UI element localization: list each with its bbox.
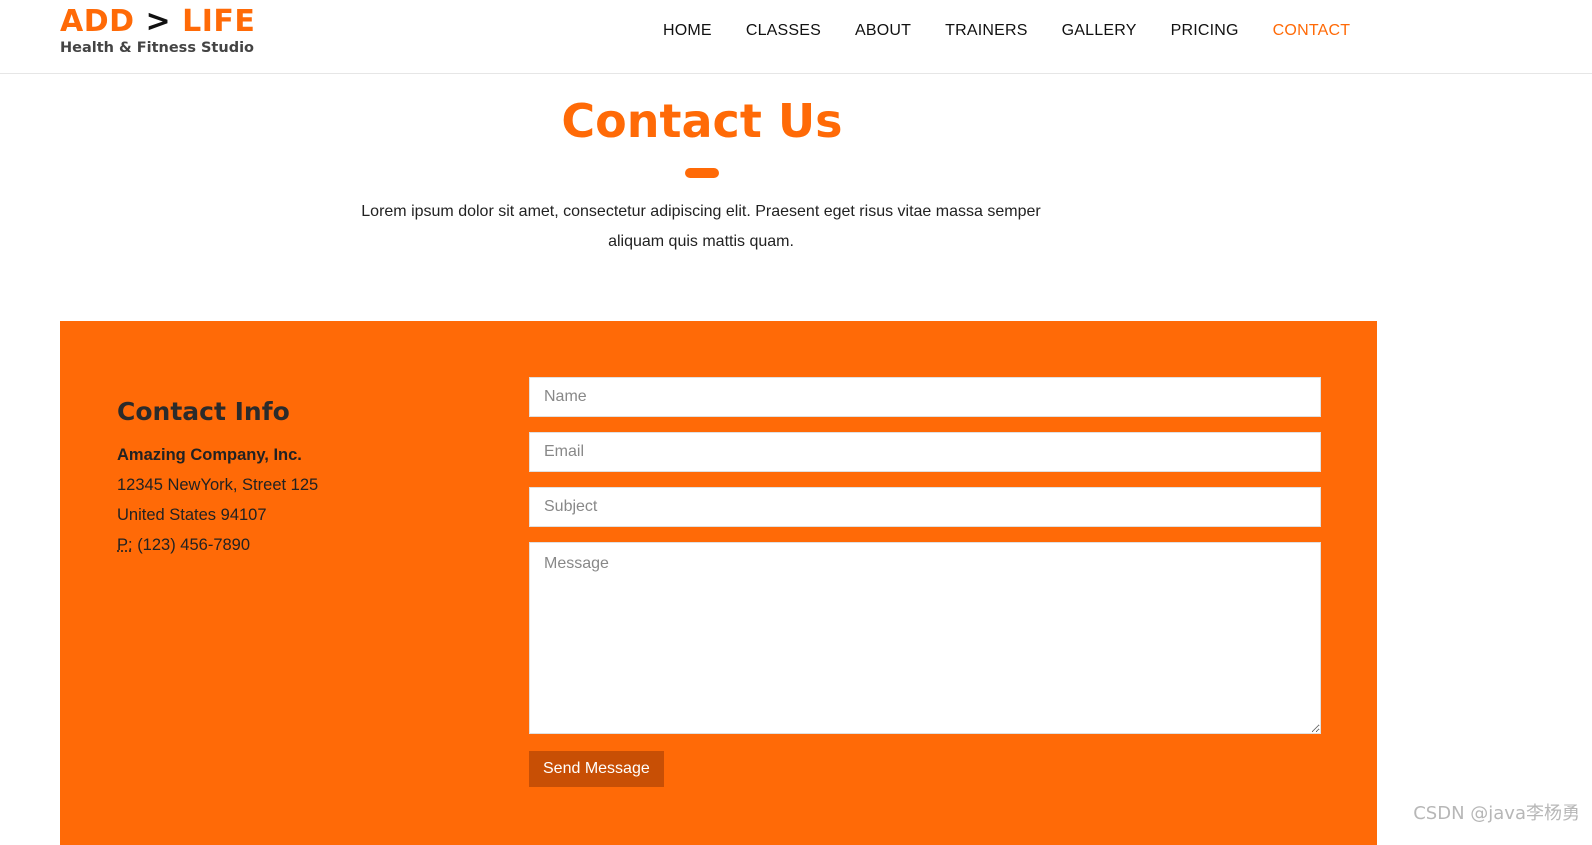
phone-label: P: <box>117 536 133 554</box>
company-name: Amazing Company, Inc. <box>117 446 302 464</box>
nav-contact[interactable]: CONTACT <box>1273 21 1351 41</box>
title-divider <box>685 168 719 178</box>
site-logo[interactable]: ADD > LIFE Health & Fitness Studio <box>60 4 255 56</box>
message-textarea[interactable] <box>529 542 1321 734</box>
logo-wordmark: ADD > LIFE <box>60 4 255 40</box>
contact-info: Contact Info Amazing Company, Inc. 12345… <box>117 397 477 560</box>
address-line-1: 12345 NewYork, Street 125 <box>117 476 319 494</box>
nav-gallery[interactable]: GALLERY <box>1062 21 1137 41</box>
logo-subtitle: Health & Fitness Studio <box>60 40 255 56</box>
logo-part-add: ADD <box>60 4 135 39</box>
contact-info-title: Contact Info <box>117 397 290 426</box>
name-input[interactable] <box>529 377 1321 417</box>
address-line-2: United States 94107 <box>117 506 267 524</box>
page-intro-text: Lorem ipsum dolor sit amet, consectetur … <box>361 203 1041 250</box>
nav-classes[interactable]: CLASSES <box>746 21 821 41</box>
logo-arrow-icon: > <box>145 4 172 39</box>
contact-section: Contact Info Amazing Company, Inc. 12345… <box>60 321 1377 845</box>
nav-pricing[interactable]: PRICING <box>1171 21 1239 41</box>
nav-home[interactable]: HOME <box>663 21 712 41</box>
top-navbar: ADD > LIFE Health & Fitness Studio HOME … <box>0 0 1592 74</box>
nav-trainers[interactable]: TRAINERS <box>945 21 1028 41</box>
watermark: CSDN @java李杨勇 <box>1413 803 1580 824</box>
phone-line: P: (123) 456-7890 <box>117 530 477 560</box>
contact-form: Send Message <box>529 377 1321 787</box>
page-title: Contact Us <box>561 94 843 148</box>
nav-about[interactable]: ABOUT <box>855 21 911 41</box>
send-message-button[interactable]: Send Message <box>529 751 664 787</box>
subject-input[interactable] <box>529 487 1321 527</box>
phone-number: (123) 456-7890 <box>137 536 251 554</box>
logo-part-life: LIFE <box>182 4 256 39</box>
main-nav: HOME CLASSES ABOUT TRAINERS GALLERY PRIC… <box>663 21 1384 41</box>
email-input[interactable] <box>529 432 1321 472</box>
